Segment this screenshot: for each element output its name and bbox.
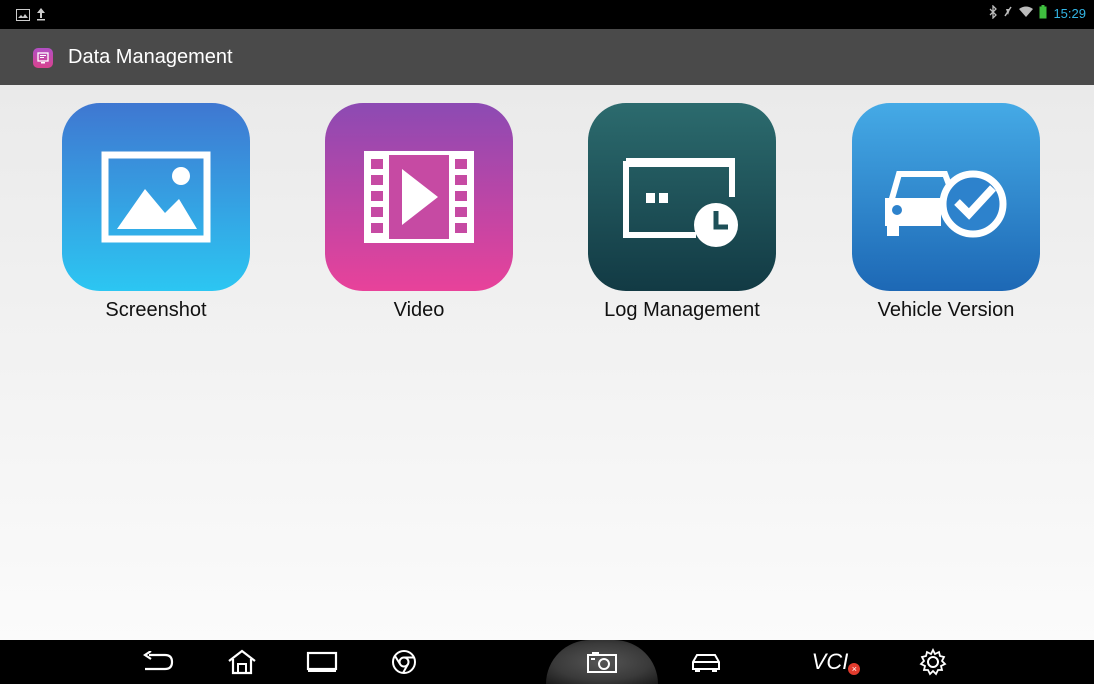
screenshot-tile[interactable]: Screenshot	[46, 103, 266, 322]
video-label: Video	[393, 299, 445, 321]
video-tile[interactable]: Video	[309, 103, 529, 322]
vehicle-button[interactable]	[676, 640, 736, 684]
status-bar: 15:29	[0, 0, 1094, 29]
status-right: 15:29	[989, 4, 1086, 22]
browser-button[interactable]	[374, 640, 434, 684]
vci-button[interactable]: VCI ×	[800, 640, 861, 684]
image-icon[interactable]	[62, 103, 250, 291]
title-bar: Data Management	[0, 29, 1094, 85]
recent-apps-icon	[306, 651, 338, 672]
log-management-label: Log Management	[604, 299, 760, 321]
mute-icon	[1003, 5, 1013, 22]
page-title: Data Management	[68, 46, 233, 68]
navigation-bar: VCI ×	[0, 640, 1094, 684]
battery-icon	[1039, 5, 1047, 22]
vehicle-version-label: Vehicle Version	[877, 299, 1015, 321]
picture-notification-icon	[16, 8, 30, 26]
back-button[interactable]	[128, 640, 188, 684]
car-icon	[692, 654, 720, 672]
vehicle-version-tile[interactable]: Vehicle Version	[836, 103, 1056, 322]
recent-apps-button[interactable]	[292, 640, 352, 684]
home-icon	[228, 649, 256, 675]
main-content: Screenshot Video Log Management Vehicle …	[0, 85, 1094, 640]
back-icon	[143, 651, 174, 671]
settings-icon	[919, 648, 947, 676]
upload-notification-icon	[36, 7, 46, 26]
vci-disconnected-badge: ×	[848, 663, 861, 675]
log-management-tile[interactable]: Log Management	[572, 103, 792, 322]
bluetooth-icon	[989, 4, 998, 22]
video-icon[interactable]	[325, 103, 513, 291]
camera-button[interactable]	[572, 640, 632, 684]
data-management-app-icon	[33, 48, 53, 68]
clock-time: 15:29	[1053, 6, 1086, 21]
vci-label: VCI	[811, 649, 849, 674]
camera-icon	[587, 652, 617, 673]
status-left	[16, 7, 46, 26]
browser-icon	[392, 650, 416, 674]
screenshot-label: Screenshot	[105, 299, 207, 321]
car-check-icon[interactable]	[852, 103, 1040, 291]
settings-button[interactable]	[903, 640, 963, 684]
log-clock-icon[interactable]	[588, 103, 776, 291]
wifi-icon	[1019, 6, 1034, 21]
vci-icon: VCI ×	[811, 649, 861, 675]
home-button[interactable]	[212, 640, 272, 684]
